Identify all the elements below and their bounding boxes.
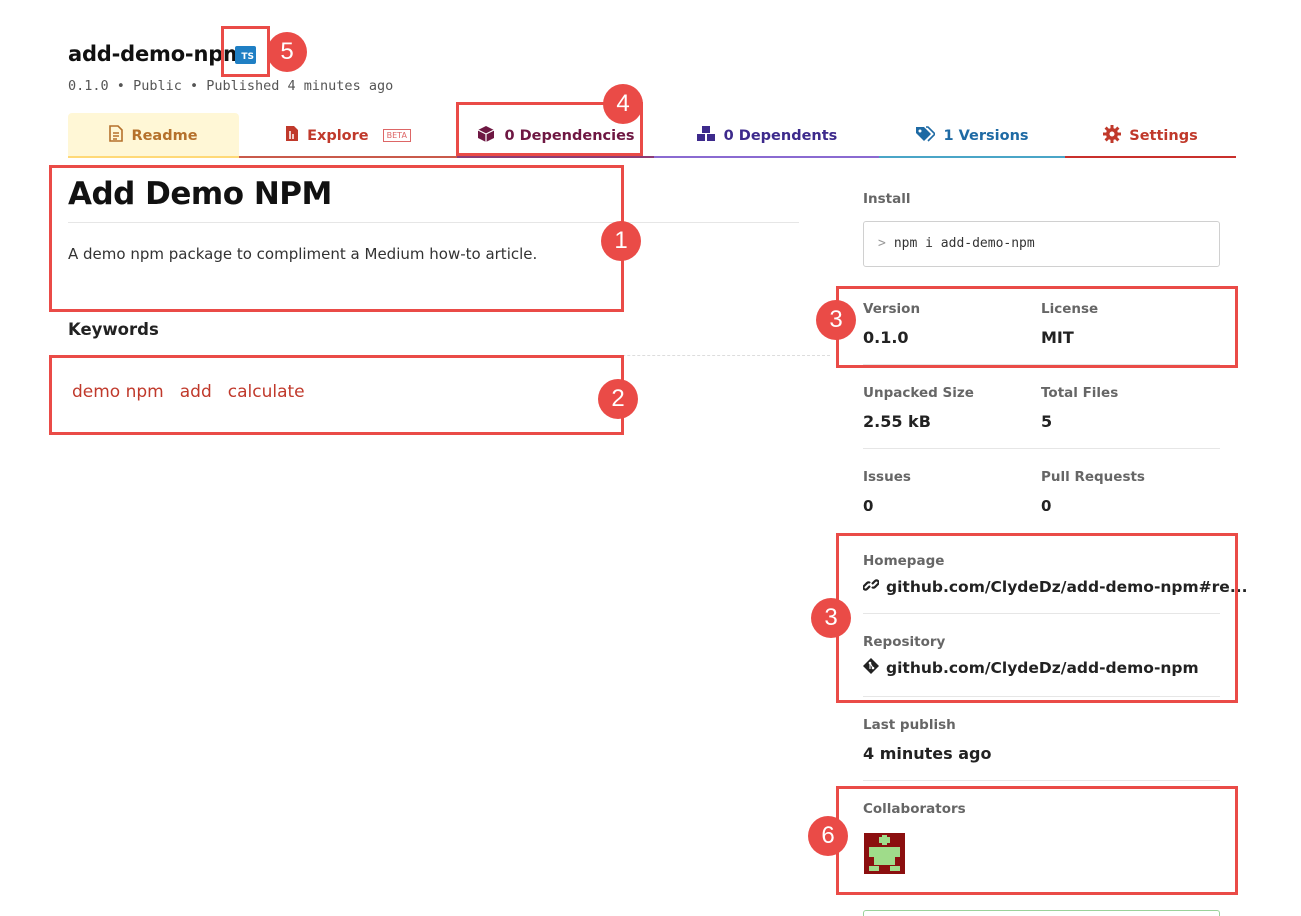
keywords-heading: Keywords [68,320,159,339]
meta-separator: • [189,78,199,94]
divider [863,448,1220,449]
boxes-icon [696,125,716,147]
callout-number: 4 [603,84,643,124]
meta-visibility: Public [133,78,182,94]
tab-settings[interactable]: Settings [1065,113,1236,158]
readme-icon [109,125,124,146]
total-files-label: Total Files [1041,385,1119,401]
install-command-box[interactable]: > npm i add-demo-npm [863,221,1220,267]
unpacked-size-label: Unpacked Size [863,385,974,401]
callout-box [836,286,1238,368]
divider [863,780,1220,781]
meta-version: 0.1.0 [68,78,109,94]
callout-number: 2 [598,379,638,419]
callout-number: 1 [601,221,641,261]
callout-box [49,165,624,312]
tags-icon [915,125,937,146]
callout-box [836,786,1238,895]
total-files-value: 5 [1041,412,1053,431]
tab-dependents[interactable]: 0 Dependents [654,113,879,158]
tab-versions[interactable]: 1 Versions [879,113,1065,158]
callout-number: 6 [808,816,848,856]
gear-icon [1103,124,1122,147]
tab-label: Readme [131,127,198,144]
callout-number: 3 [811,598,851,638]
meta-published: Published 4 minutes ago [206,78,394,94]
issues-value[interactable]: 0 [863,497,873,515]
package-name: add-demo-npm [68,42,245,66]
last-publish-value: 4 minutes ago [863,744,992,763]
tab-readme[interactable]: Readme [68,113,239,158]
prompt-icon: > [878,236,886,251]
callout-number: 5 [267,32,307,72]
pull-requests-label: Pull Requests [1041,469,1145,485]
package-tabs: Readme Explore BETA 0 Dependencies 0 Dep… [68,113,1236,158]
callout-number: 3 [816,300,856,340]
tab-label: Settings [1129,127,1198,144]
unpacked-size-value: 2.55 kB [863,412,931,431]
callout-box [221,26,270,77]
pull-requests-value[interactable]: 0 [1041,497,1051,515]
install-command: npm i add-demo-npm [893,236,1035,251]
tab-label: 1 Versions [943,127,1029,144]
beta-badge: BETA [382,129,411,142]
tab-label: 0 Dependents [723,127,838,144]
tab-label: Explore [307,127,369,144]
meta-separator: • [116,78,125,94]
install-label: Install [863,191,911,207]
tab-explore[interactable]: Explore BETA [239,113,457,158]
last-publish-label: Last publish [863,717,956,733]
partial-box [863,910,1220,916]
callout-box [836,533,1238,703]
callout-box [49,355,624,435]
issues-label: Issues [863,469,911,485]
explore-icon [285,125,299,146]
package-meta: 0.1.0 • Public • Published 4 minutes ago [68,78,393,94]
